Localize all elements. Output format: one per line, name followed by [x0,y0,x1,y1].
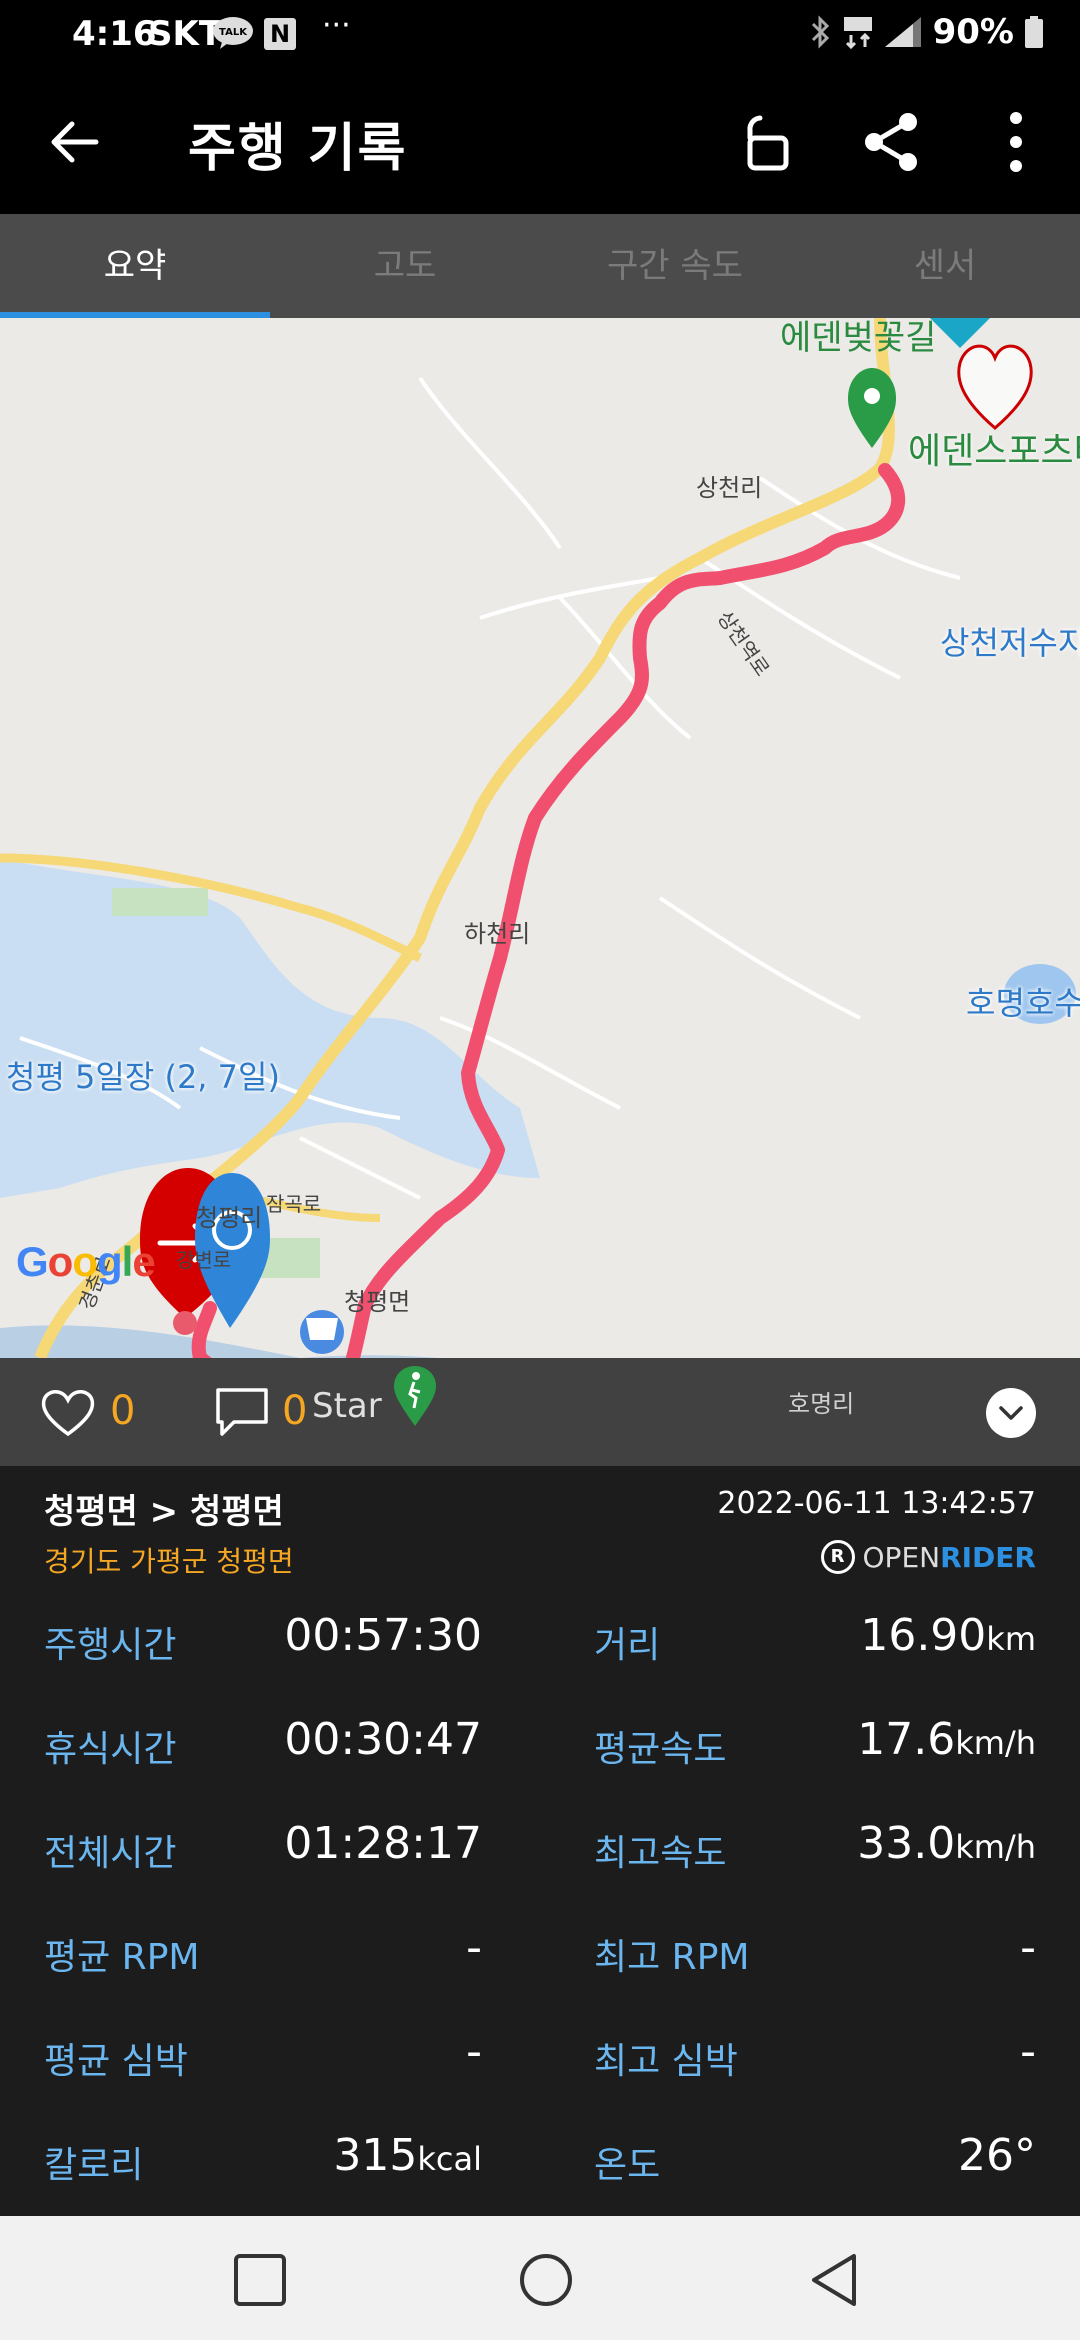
stat-label-temperature: 온도 [594,2145,661,2186]
openrider-open-text: OPEN [862,1540,941,1574]
stat-row: 휴식시간 00:30:47 평균속도 17.6km/h [0,1696,1080,1800]
map-label-gangbyeon-ro: 강변로 [176,1248,232,1272]
stat-label-riding-time: 주행시간 [44,1625,177,1666]
home-icon[interactable] [518,2252,574,2308]
map-label-homyeong-ri: 호명리 [788,1390,855,1418]
map-label-cheongpyeong-myeon: 청평면 [344,1288,411,1316]
route-name: 청평면 > 청평면 [44,1492,284,1532]
battery-percent: 90% [932,12,1014,52]
route-datetime: 2022-06-11 13:42:57 [717,1486,1036,1521]
stat-label-max-rpm: 최고 RPM [594,1937,750,1978]
stat-value-max-heart-rate: - [1020,2026,1036,2077]
stat-label-avg-rpm: 평균 RPM [44,1937,200,1978]
stat-value-avg-speed: 17.6km/h [857,1714,1036,1765]
map-label-sangcheon-reservoir: 상천저수지 [940,624,1080,662]
status-bar: 4:16 SKT TALK N ··· 90% [0,0,1080,70]
back-arrow-icon[interactable] [40,108,112,180]
page-title: 주행 기록 [188,119,408,179]
stat-value-max-speed: 33.0km/h [857,1818,1036,1869]
lte-icon [843,17,872,49]
naver-icon: N [264,18,296,50]
back-icon[interactable] [806,2252,862,2308]
kakaotalk-icon: TALK [213,17,253,49]
openrider-rider-text: RIDER [940,1540,1036,1574]
stat-value-total-time: 01:28:17 [284,1818,482,1869]
stat-value-rest-time: 00:30:47 [284,1714,482,1765]
bluetooth-icon [811,15,829,49]
status-time: 4:16 [72,14,157,54]
stat-row: 주행시간 00:57:30 거리 16.90km [0,1592,1080,1696]
stat-value-riding-time: 00:57:30 [284,1610,482,1661]
status-right: 90% [809,12,1044,52]
google-logo: Google [16,1238,156,1285]
app-bar: 주행 기록 [0,70,1080,214]
system-nav-bar [0,2216,1080,2340]
openrider-badge: R [820,1540,855,1574]
like-count: 0 [110,1388,136,1434]
map-label-star: Star [312,1386,382,1426]
heart-icon[interactable] [40,1386,96,1438]
unlock-icon[interactable] [730,106,802,178]
stat-row: 평균 심박 - 최고 심박 - [0,2008,1080,2112]
stat-row: 칼로리 315kcal 온도 26° [0,2112,1080,2216]
openrider-logo: R OPENRIDER [820,1540,1036,1574]
stat-label-rest-time: 휴식시간 [44,1729,177,1770]
stat-value-max-rpm: - [1020,1922,1036,1973]
comment-count: 0 [282,1388,308,1434]
stat-row: 전체시간 01:28:17 최고속도 33.0km/h [0,1800,1080,1904]
stat-label-max-speed: 최고속도 [594,1833,727,1874]
battery-icon [1025,16,1043,48]
stat-label-distance: 거리 [594,1625,661,1666]
map-label-eden-sports: 에덴스포츠타 [908,431,1080,472]
stat-label-avg-heart-rate: 평균 심박 [44,2041,188,2082]
tab-summary[interactable]: 요약 [0,214,270,318]
more-notifications-icon: ··· [322,8,351,43]
stat-value-distance: 16.90km [860,1610,1036,1661]
tab-elevation[interactable]: 고도 [270,214,540,318]
stat-value-avg-heart-rate: - [466,2026,482,2077]
route-header: 청평면 > 청평면 경기도 가평군 청평면 2022-06-11 13:42:5… [0,1466,1080,1592]
stat-row: 평균 RPM - 최고 RPM - [0,1904,1080,2008]
stat-value-temperature: 26° [958,2130,1036,2181]
map-canvas [0,318,1076,1358]
stat-label-max-heart-rate: 최고 심박 [594,2041,738,2082]
ride-stats: 주행시간 00:57:30 거리 16.90km 휴식시간 00:30:47 평… [0,1592,1080,2216]
status-carrier: SKT [148,14,223,54]
chevron-down-icon[interactable] [986,1388,1036,1438]
stat-value-calories: 315kcal [333,2130,482,2181]
route-map[interactable]: 에덴스포츠타 에덴벚꽃길 상천리 상천역로 상천저수지 하천리 호명호수 청평 … [0,318,1080,1358]
signal-icon [884,17,921,47]
comment-icon[interactable] [214,1386,270,1438]
map-label-market: 청평 5일장 (2, 7일) [6,1058,280,1096]
stat-label-total-time: 전체시간 [44,1833,177,1874]
tab-bar: 요약 고도 구간 속도 센서 [0,214,1080,318]
map-label-sangcheon-ri: 상천리 [696,474,763,502]
recent-apps-icon[interactable] [232,2252,288,2308]
tab-sensor[interactable]: 센서 [810,214,1080,318]
map-label-homyeong-lake: 호명호수 [966,984,1080,1022]
route-region: 경기도 가평군 청평면 [44,1545,294,1578]
social-bar: 0 0 Star 호명리 [0,1358,1080,1466]
map-label-jamgok-ro: 잠곡로 [266,1192,322,1216]
stat-label-avg-speed: 평균속도 [594,1729,727,1770]
stat-value-avg-rpm: - [466,1922,482,1973]
map-label-hacheon-ri: 하천리 [464,920,531,948]
map-label-cheongpyeong-ri: 청평리 [196,1204,263,1232]
hiking-trail-icon [394,1366,436,1426]
map-label-eden-top: 에덴벚꽃길 [780,318,937,358]
more-menu-icon[interactable] [980,106,1052,178]
stat-label-calories: 칼로리 [44,2145,144,2186]
share-icon[interactable] [856,106,928,178]
tab-segment-speed[interactable]: 구간 속도 [540,214,810,318]
talk-badge-text: TALK [219,27,248,38]
